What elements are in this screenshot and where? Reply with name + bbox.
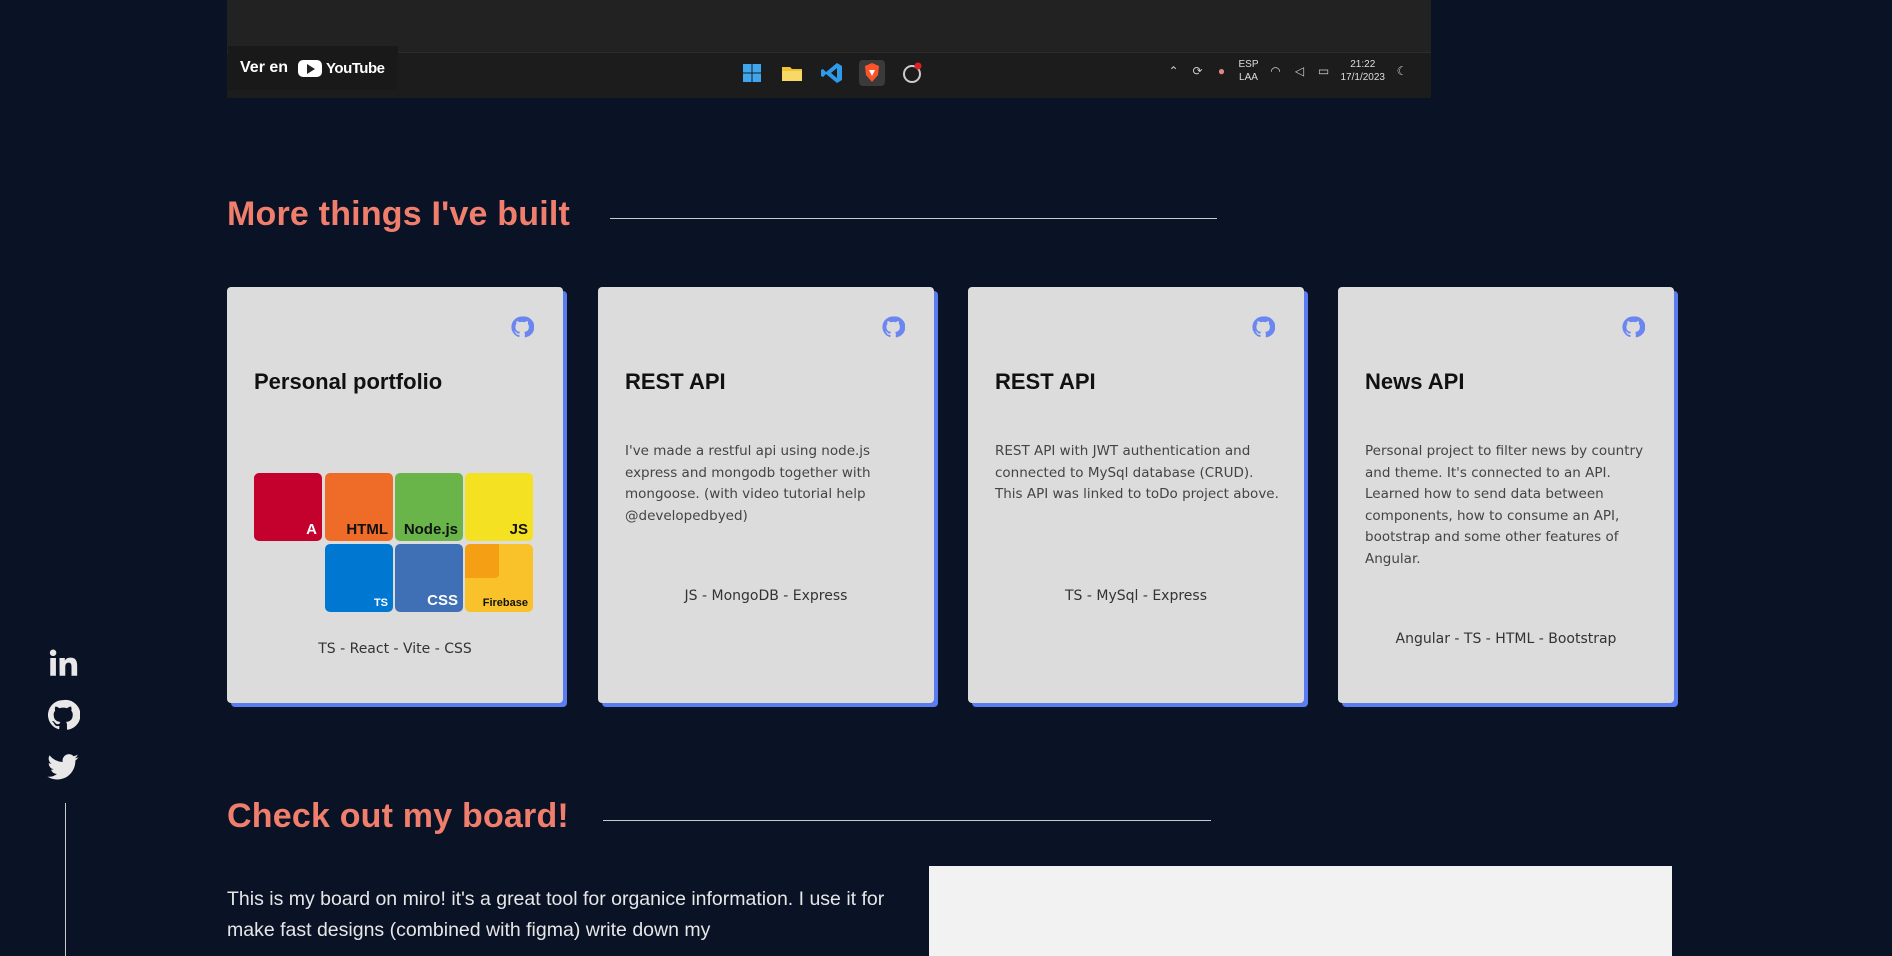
tile-label: Node.js (403, 521, 458, 538)
youtube-label: YouTube (326, 59, 385, 77)
sync-icon: ⟳ (1192, 64, 1203, 78)
project-title: News API (1365, 369, 1465, 394)
project-tech-stack: TS - React - Vite - CSS (318, 641, 472, 657)
social-rail-line (65, 803, 66, 956)
taskbar-apps (739, 60, 925, 86)
angular-logo-tile: A (254, 473, 322, 541)
js-logo-tile: JS (465, 473, 533, 541)
battery-icon: ▭ (1317, 64, 1330, 78)
chevron-up-icon: ⌃ (1168, 64, 1179, 78)
brave-browser-icon (859, 60, 885, 86)
file-explorer-icon (779, 60, 805, 86)
clock: 21:22 17/1/2023 (1341, 58, 1386, 84)
ts-logo-tile: TS (325, 544, 393, 612)
linkedin-icon[interactable] (46, 646, 80, 680)
tile-label: Firebase (482, 597, 528, 609)
board-title-divider (603, 820, 1211, 821)
project-title: Personal portfolio (254, 369, 443, 394)
project-card-rest-api-mysql: REST API REST API with JWT authenticatio… (968, 287, 1304, 703)
project-tech-stack: JS - MongoDB - Express (684, 588, 848, 604)
project-description: Personal project to filter news by count… (1365, 443, 1644, 567)
board-description: This is my board on miro! it's a great t… (227, 888, 885, 941)
watch-on-label: Ver en (240, 59, 289, 76)
language-layout: LAA (1239, 72, 1258, 83)
clock-time: 21:22 (1350, 59, 1376, 70)
projects-title-divider (610, 218, 1217, 219)
taskbar-tray: ⌃ ⟳ ● ESP LAA ◠ ◁ ▭ 21:22 17/1/2023 ☾ (1166, 58, 1409, 84)
project-title: REST API (625, 369, 726, 394)
css-logo-tile: CSS (395, 544, 463, 612)
tile-label: JS (509, 521, 528, 538)
github-icon[interactable] (1621, 315, 1645, 339)
youtube-play-icon (298, 59, 323, 77)
github-icon[interactable] (46, 698, 80, 732)
github-icon[interactable] (510, 315, 534, 339)
tile-label: HTML (346, 521, 388, 538)
watch-on-youtube-button[interactable]: Ver en YouTube (228, 46, 399, 90)
twitter-icon[interactable] (46, 750, 80, 784)
miro-board-embed[interactable] (929, 866, 1672, 956)
language-code: ESP (1238, 59, 1259, 70)
project-description: I've made a restful api using node.js ex… (625, 443, 871, 524)
project-description: REST API with JWT authentication and con… (995, 443, 1279, 502)
obs-icon (899, 60, 925, 86)
firebase-logo-tile: Firebase (465, 544, 533, 612)
volume-icon: ◁ (1294, 64, 1305, 78)
wifi-icon: ◠ (1270, 64, 1281, 78)
vscode-icon (819, 60, 845, 86)
projects-section-title: More things I've built (227, 195, 571, 233)
nodejs-logo-tile: Node.js (395, 473, 463, 541)
tile-label: CSS (427, 592, 458, 609)
github-icon[interactable] (1251, 315, 1275, 339)
board-section-title: Check out my board! (227, 797, 569, 835)
youtube-logo: YouTube (298, 59, 385, 77)
windows-start-icon (739, 60, 765, 86)
project-tech-stack: TS - MySql - Express (1064, 588, 1208, 604)
firebase-accent (465, 544, 499, 578)
tech-logo-grid: A HTML Node.js JS TS CSS Firebase (254, 473, 536, 615)
project-card-rest-api-mongodb: REST API I've made a restful api using n… (598, 287, 934, 703)
moon-icon: ☾ (1396, 64, 1408, 78)
video-embed[interactable]: Ver en YouTube ⌃ ⟳ ● ESP LAA ◠ ◁ ▭ 21:22… (227, 0, 1431, 98)
project-card-portfolio: Personal portfolio A HTML Node.js JS TS … (227, 287, 563, 703)
language-indicator: ESP LAA (1238, 58, 1258, 84)
tile-label: TS (373, 597, 388, 609)
project-title: REST API (995, 369, 1096, 394)
clock-date: 17/1/2023 (1340, 72, 1386, 83)
github-icon[interactable] (881, 315, 905, 339)
project-card-news-api: News API Personal project to filter news… (1338, 287, 1674, 703)
project-tech-stack: Angular - TS - HTML - Bootstrap (1395, 631, 1617, 647)
microphone-icon: ● (1217, 64, 1226, 78)
html-logo-tile: HTML (325, 473, 393, 541)
tile-label: A (306, 521, 317, 538)
